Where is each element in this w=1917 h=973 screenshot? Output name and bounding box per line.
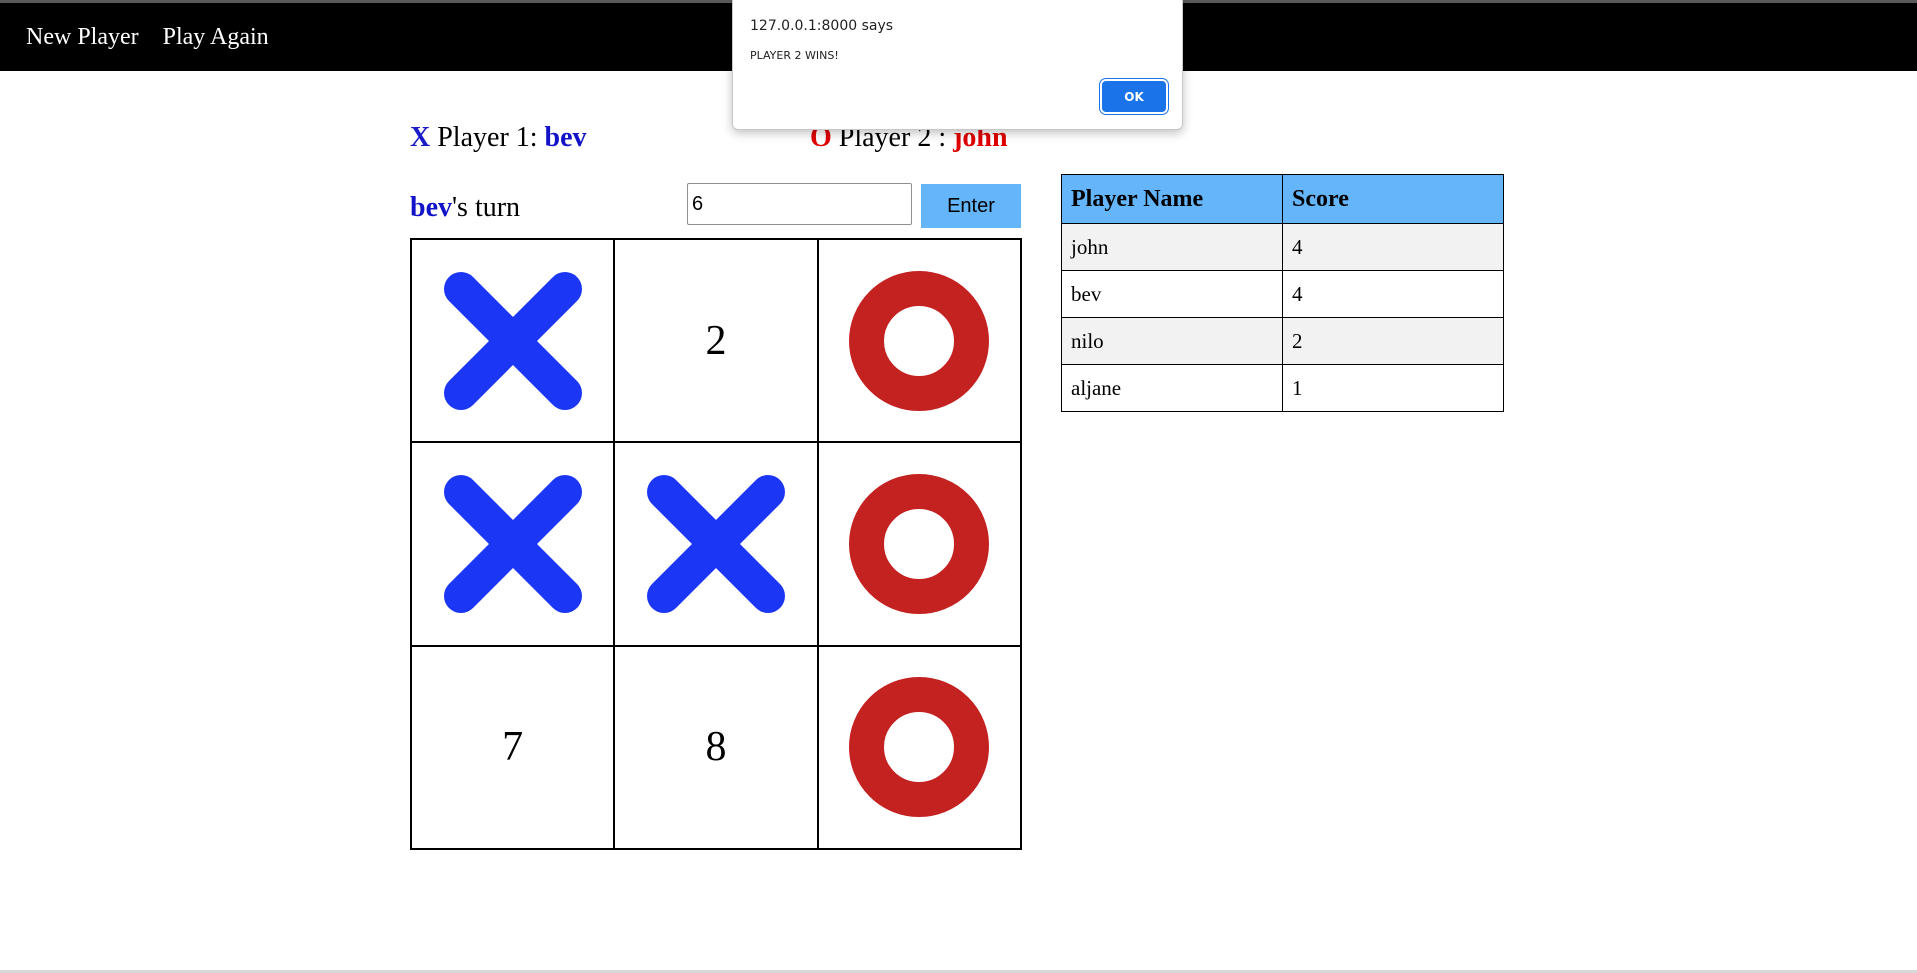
board-cell[interactable]	[817, 239, 1021, 443]
board-cell[interactable]	[411, 442, 615, 646]
score-cell: 1	[1282, 364, 1504, 412]
score-cell: 4	[1282, 223, 1504, 271]
header-score: Score	[1282, 174, 1504, 224]
board-cell[interactable]: 7	[411, 645, 615, 849]
score-cell: 2	[1282, 317, 1504, 365]
player-1-name: bev	[544, 122, 587, 153]
turn-suffix: 's turn	[452, 192, 521, 223]
score-cell: 4	[1282, 270, 1504, 318]
alert-dialog: 127.0.0.1:8000 says PLAYER 2 WINS! OK	[732, 0, 1183, 130]
cell-number: 8	[705, 724, 727, 771]
header-player-name: Player Name	[1061, 174, 1283, 224]
player-1-mark: X	[410, 122, 431, 153]
scoreboard-header-row: Player Name Score	[1061, 174, 1504, 224]
cell-number: 2	[705, 317, 727, 364]
enter-button[interactable]: Enter	[921, 184, 1021, 228]
o-mark-icon	[849, 473, 990, 614]
board-cell[interactable]: 2	[614, 239, 818, 443]
table-row: bev 4	[1061, 270, 1504, 318]
dialog-title: 127.0.0.1:8000 says	[750, 18, 894, 34]
x-mark-icon	[646, 474, 785, 613]
player-1-label: Player 1:	[430, 122, 545, 153]
table-row: aljane 1	[1061, 364, 1504, 412]
player-name-cell: nilo	[1061, 317, 1283, 365]
cell-number: 7	[502, 724, 524, 771]
turn-indicator: bev's turn	[410, 188, 520, 228]
player-1-info: X Player 1: bev	[410, 118, 587, 158]
table-row: nilo 2	[1061, 317, 1504, 365]
dialog-message: PLAYER 2 WINS!	[750, 49, 839, 62]
move-input[interactable]	[687, 183, 912, 225]
ok-button[interactable]: OK	[1102, 81, 1166, 112]
board-cell[interactable]	[614, 442, 818, 646]
player-name-cell: bev	[1061, 270, 1283, 318]
x-mark-icon	[443, 474, 582, 613]
board-cell[interactable]: 8	[614, 645, 818, 849]
player-name-cell: john	[1061, 223, 1283, 271]
player-name-cell: aljane	[1061, 364, 1283, 412]
play-again-link[interactable]: Play Again	[163, 24, 269, 51]
board-cell[interactable]	[411, 239, 615, 443]
turn-player-name: bev	[410, 192, 452, 223]
table-row: john 4	[1061, 223, 1504, 271]
game-board: 2 7 8	[410, 238, 1022, 850]
board-cell[interactable]	[817, 442, 1021, 646]
board-cell[interactable]	[817, 645, 1021, 849]
o-mark-icon	[849, 677, 990, 818]
scoreboard-table: Player Name Score john 4 bev 4 nilo 2 al…	[1061, 174, 1504, 412]
x-mark-icon	[443, 271, 582, 410]
o-mark-icon	[849, 270, 990, 411]
new-player-link[interactable]: New Player	[26, 24, 139, 51]
